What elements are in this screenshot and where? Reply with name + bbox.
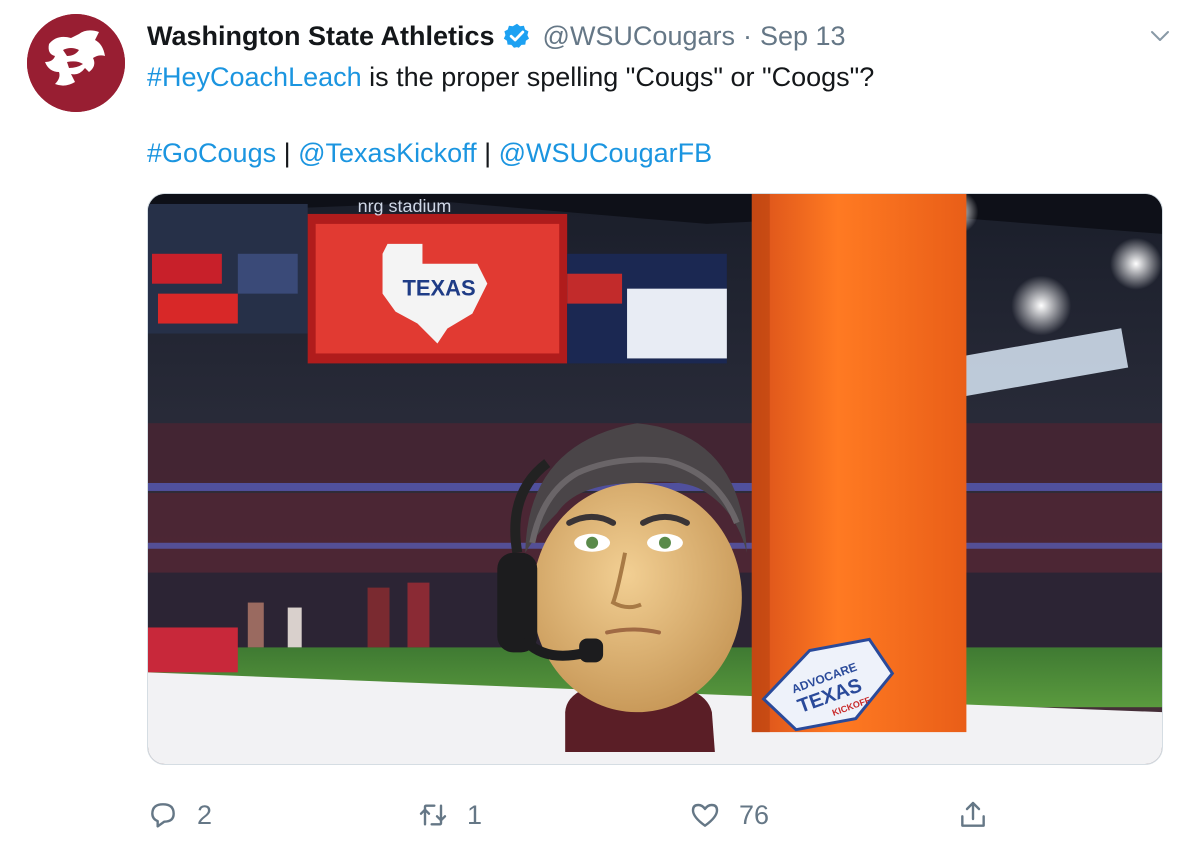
reply-button[interactable]: 2 bbox=[147, 790, 212, 840]
stadium-sign-text: nrg stadium bbox=[358, 196, 452, 216]
tweet-photo[interactable]: TEXAS nrg stadium ADVOCARE TEXAS KICKOFF bbox=[147, 193, 1163, 765]
user-handle[interactable]: @WSUCougars bbox=[543, 21, 735, 52]
tweet-timestamp[interactable]: Sep 13 bbox=[760, 21, 846, 52]
separator-dot: · bbox=[743, 20, 752, 51]
retweet-count: 1 bbox=[467, 799, 483, 830]
tweet-text: #HeyCoachLeach is the proper spelling "C… bbox=[147, 58, 1157, 172]
stadium-photo: TEXAS nrg stadium ADVOCARE TEXAS KICKOFF bbox=[148, 194, 1162, 764]
mention-link-texaskickoff[interactable]: @TexasKickoff bbox=[298, 138, 476, 168]
divider-text: | bbox=[476, 138, 499, 168]
reply-icon bbox=[151, 803, 175, 828]
like-count: 76 bbox=[739, 799, 770, 830]
tweet-header: Washington State Athletics @WSUCougars ·… bbox=[147, 14, 1164, 58]
share-button[interactable] bbox=[957, 790, 989, 840]
divider-text: | bbox=[276, 138, 299, 168]
hashtag-link[interactable]: #HeyCoachLeach bbox=[147, 62, 362, 92]
tweet-body-text: is the proper spelling "Cougs" or "Coogs… bbox=[361, 62, 875, 92]
board-text: TEXAS bbox=[402, 276, 475, 301]
verified-badge-icon bbox=[503, 23, 529, 48]
retweet-button[interactable]: 1 bbox=[417, 790, 482, 840]
heart-icon bbox=[691, 803, 719, 827]
hashtag-link-gocougs[interactable]: #GoCougs bbox=[147, 138, 276, 168]
display-name[interactable]: Washington State Athletics bbox=[147, 21, 495, 52]
chevron-down-icon[interactable] bbox=[1148, 24, 1172, 48]
avatar[interactable] bbox=[27, 14, 125, 112]
tweet-actions: 2 1 76 bbox=[147, 790, 1007, 840]
reply-count: 2 bbox=[197, 799, 213, 830]
retweet-icon bbox=[419, 804, 447, 826]
wsu-cougar-logo-icon bbox=[27, 14, 125, 112]
like-button[interactable]: 76 bbox=[689, 790, 769, 840]
share-icon bbox=[961, 801, 985, 827]
mention-link-wsucougarfb[interactable]: @WSUCougarFB bbox=[499, 138, 712, 168]
